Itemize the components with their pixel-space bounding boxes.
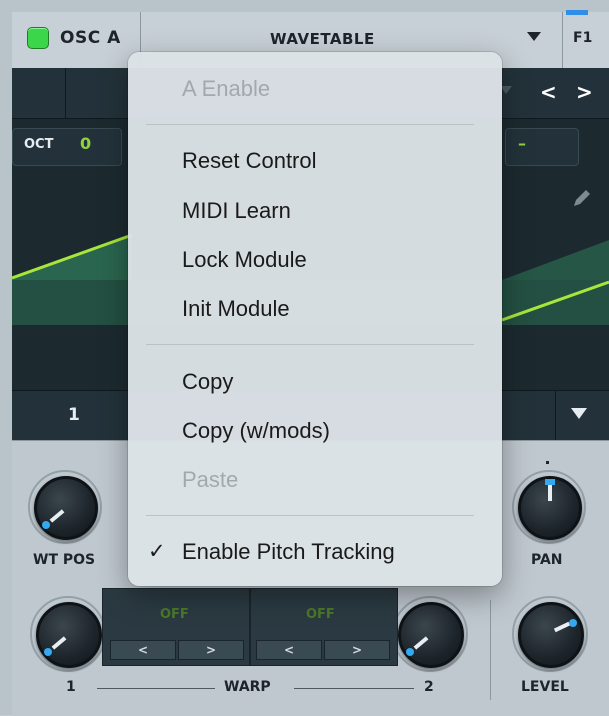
octave-label: OCT <box>24 137 54 152</box>
warp1-prev-button[interactable]: < <box>110 640 176 660</box>
octave-value[interactable]: 0 <box>80 134 91 153</box>
warp1-knob[interactable] <box>36 602 102 668</box>
osc-name: OSC A <box>60 28 121 48</box>
filter-routing-indicator <box>566 10 588 15</box>
menu-separator <box>146 124 474 125</box>
knob-pointer <box>49 509 65 523</box>
chevron-down-icon[interactable] <box>571 408 587 419</box>
knob-pointer <box>413 636 429 650</box>
wt-pos-label: WT POS <box>33 552 96 568</box>
pan-label: PAN <box>531 552 563 568</box>
warp-line <box>294 688 414 689</box>
prev-wavetable-button[interactable]: < <box>540 80 557 104</box>
chevron-down-icon[interactable] <box>527 32 541 41</box>
menu-item-paste: Paste <box>182 467 239 492</box>
menu-item-a-enable: A Enable <box>182 76 271 101</box>
level-knob[interactable] <box>518 602 584 668</box>
nav-divider <box>65 68 66 118</box>
knob-mod-indicator <box>545 479 555 485</box>
semitone-value[interactable]: – <box>518 134 526 153</box>
warp1-label: 1 <box>66 679 76 695</box>
menu-item-copy[interactable]: Copy <box>182 369 233 395</box>
warp2-prev-button[interactable]: < <box>256 640 322 660</box>
menu-item-midi-learn[interactable]: MIDI Learn <box>182 198 291 224</box>
warp-line <box>97 688 215 689</box>
warp1-mode-value[interactable]: OFF <box>160 607 189 622</box>
menu-item-lock-module[interactable]: Lock Module <box>182 247 307 273</box>
controls-divider <box>490 600 491 700</box>
warp-label: WARP <box>224 679 271 695</box>
knob-pointer <box>553 621 571 633</box>
frame-number[interactable]: 1 <box>68 405 80 425</box>
menu-separator <box>146 344 474 345</box>
knob-pointer <box>548 485 552 501</box>
menu-item-copy-with-mods[interactable]: Copy (w/mods) <box>182 418 330 444</box>
warp1-next-button[interactable]: > <box>178 640 244 660</box>
osc-power-toggle[interactable] <box>27 27 49 49</box>
warp2-next-button[interactable]: > <box>324 640 390 660</box>
warp2-label: 2 <box>424 679 434 695</box>
wt-pos-knob[interactable] <box>34 476 98 540</box>
header-divider <box>562 12 563 68</box>
warp2-knob[interactable] <box>398 602 464 668</box>
menu-item-enable-pitch-tracking[interactable]: Enable Pitch Tracking <box>182 539 395 565</box>
pan-center-tick <box>546 461 549 464</box>
knob-pointer <box>51 636 67 650</box>
filter-routing-button[interactable]: F1 <box>573 30 592 46</box>
knob-mod-indicator <box>406 648 414 656</box>
pencil-icon[interactable] <box>570 186 594 210</box>
semitone-field[interactable] <box>505 128 579 166</box>
menu-item-reset-control[interactable]: Reset Control <box>182 148 317 174</box>
knob-mod-indicator <box>569 619 577 627</box>
frame-divider <box>555 390 556 440</box>
menu-item-init-module[interactable]: Init Module <box>182 296 290 322</box>
next-wavetable-button[interactable]: > <box>576 80 593 104</box>
knob-mod-indicator <box>42 521 50 529</box>
menu-separator <box>146 515 474 516</box>
wavetable-selector[interactable]: WAVETABLE <box>270 30 375 48</box>
warp2-mode-value[interactable]: OFF <box>306 607 335 622</box>
pan-knob[interactable] <box>518 476 582 540</box>
level-label: LEVEL <box>521 679 569 695</box>
checkmark-icon: ✓ <box>148 539 166 563</box>
knob-mod-indicator <box>44 648 52 656</box>
